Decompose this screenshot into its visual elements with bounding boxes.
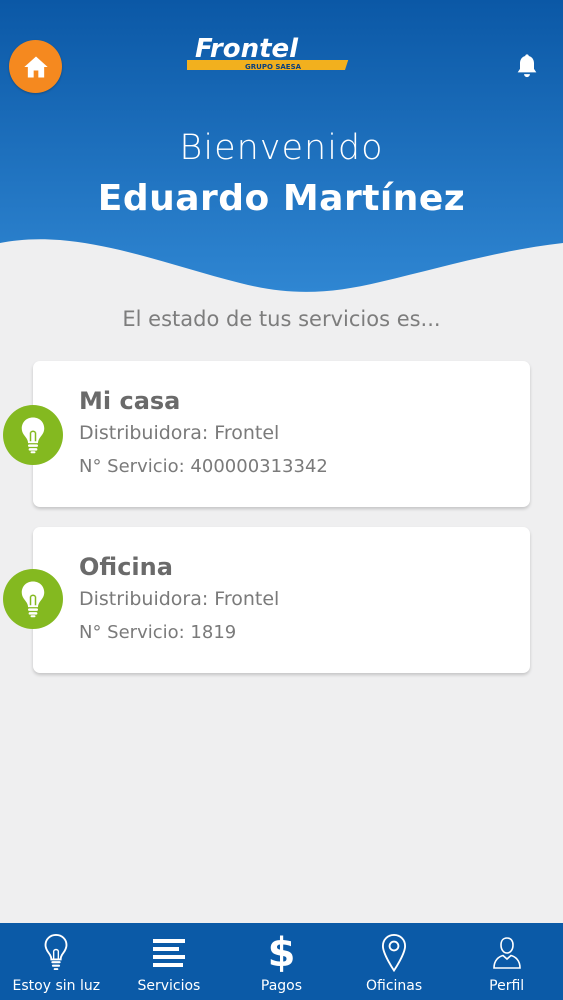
lightbulb-icon xyxy=(3,405,63,465)
service-distributor: Distribuidora: Frontel xyxy=(79,422,280,444)
service-name: Mi casa xyxy=(79,387,181,415)
tab-label: Servicios xyxy=(137,978,201,994)
home-button[interactable] xyxy=(9,40,62,93)
svg-text:Frontel: Frontel xyxy=(195,34,299,64)
list-icon xyxy=(152,932,186,974)
user-name: Eduardo Martínez xyxy=(97,178,466,219)
tab-label: Pagos xyxy=(260,978,303,994)
tab-estoy-sin-luz[interactable]: Estoy sin luz xyxy=(0,923,113,1000)
service-name: Oficina xyxy=(79,553,173,581)
lightbulb-outline-icon xyxy=(42,932,70,974)
tab-pagos[interactable]: $ Pagos xyxy=(225,923,338,1000)
dollar-icon: $ xyxy=(267,930,296,976)
tab-label: Oficinas xyxy=(365,978,423,994)
status-intro-text: El estado de tus servicios es... xyxy=(122,307,441,331)
svg-text:GRUPO SAESA: GRUPO SAESA xyxy=(245,63,302,71)
tab-bar: Estoy sin luz Servicios $ Pagos Oficinas xyxy=(0,923,563,1000)
service-number: N° Servicio: 400000313342 xyxy=(79,456,328,477)
service-number: N° Servicio: 1819 xyxy=(79,622,237,643)
welcome-text: Bienvenido xyxy=(179,128,384,168)
lightbulb-icon xyxy=(3,569,63,629)
tab-perfil[interactable]: Perfil xyxy=(450,923,563,1000)
home-icon xyxy=(23,56,48,77)
header: Frontel GRUPO SAESA Bienvenido Eduardo M… xyxy=(0,0,563,300)
service-card-mi-casa[interactable]: Mi casa Distribuidora: Frontel N° Servic… xyxy=(33,361,530,507)
service-card-oficina[interactable]: Oficina Distribuidora: Frontel N° Servic… xyxy=(33,527,530,673)
tab-label: Perfil xyxy=(489,978,525,994)
tab-label: Estoy sin luz xyxy=(12,978,101,994)
bell-icon[interactable] xyxy=(513,51,541,81)
tab-oficinas[interactable]: Oficinas xyxy=(338,923,451,1000)
service-distributor: Distribuidora: Frontel xyxy=(79,588,280,610)
user-icon xyxy=(491,932,523,974)
frontel-logo: Frontel GRUPO SAESA xyxy=(187,34,349,71)
location-pin-icon xyxy=(380,932,408,974)
tab-servicios[interactable]: Servicios xyxy=(113,923,226,1000)
